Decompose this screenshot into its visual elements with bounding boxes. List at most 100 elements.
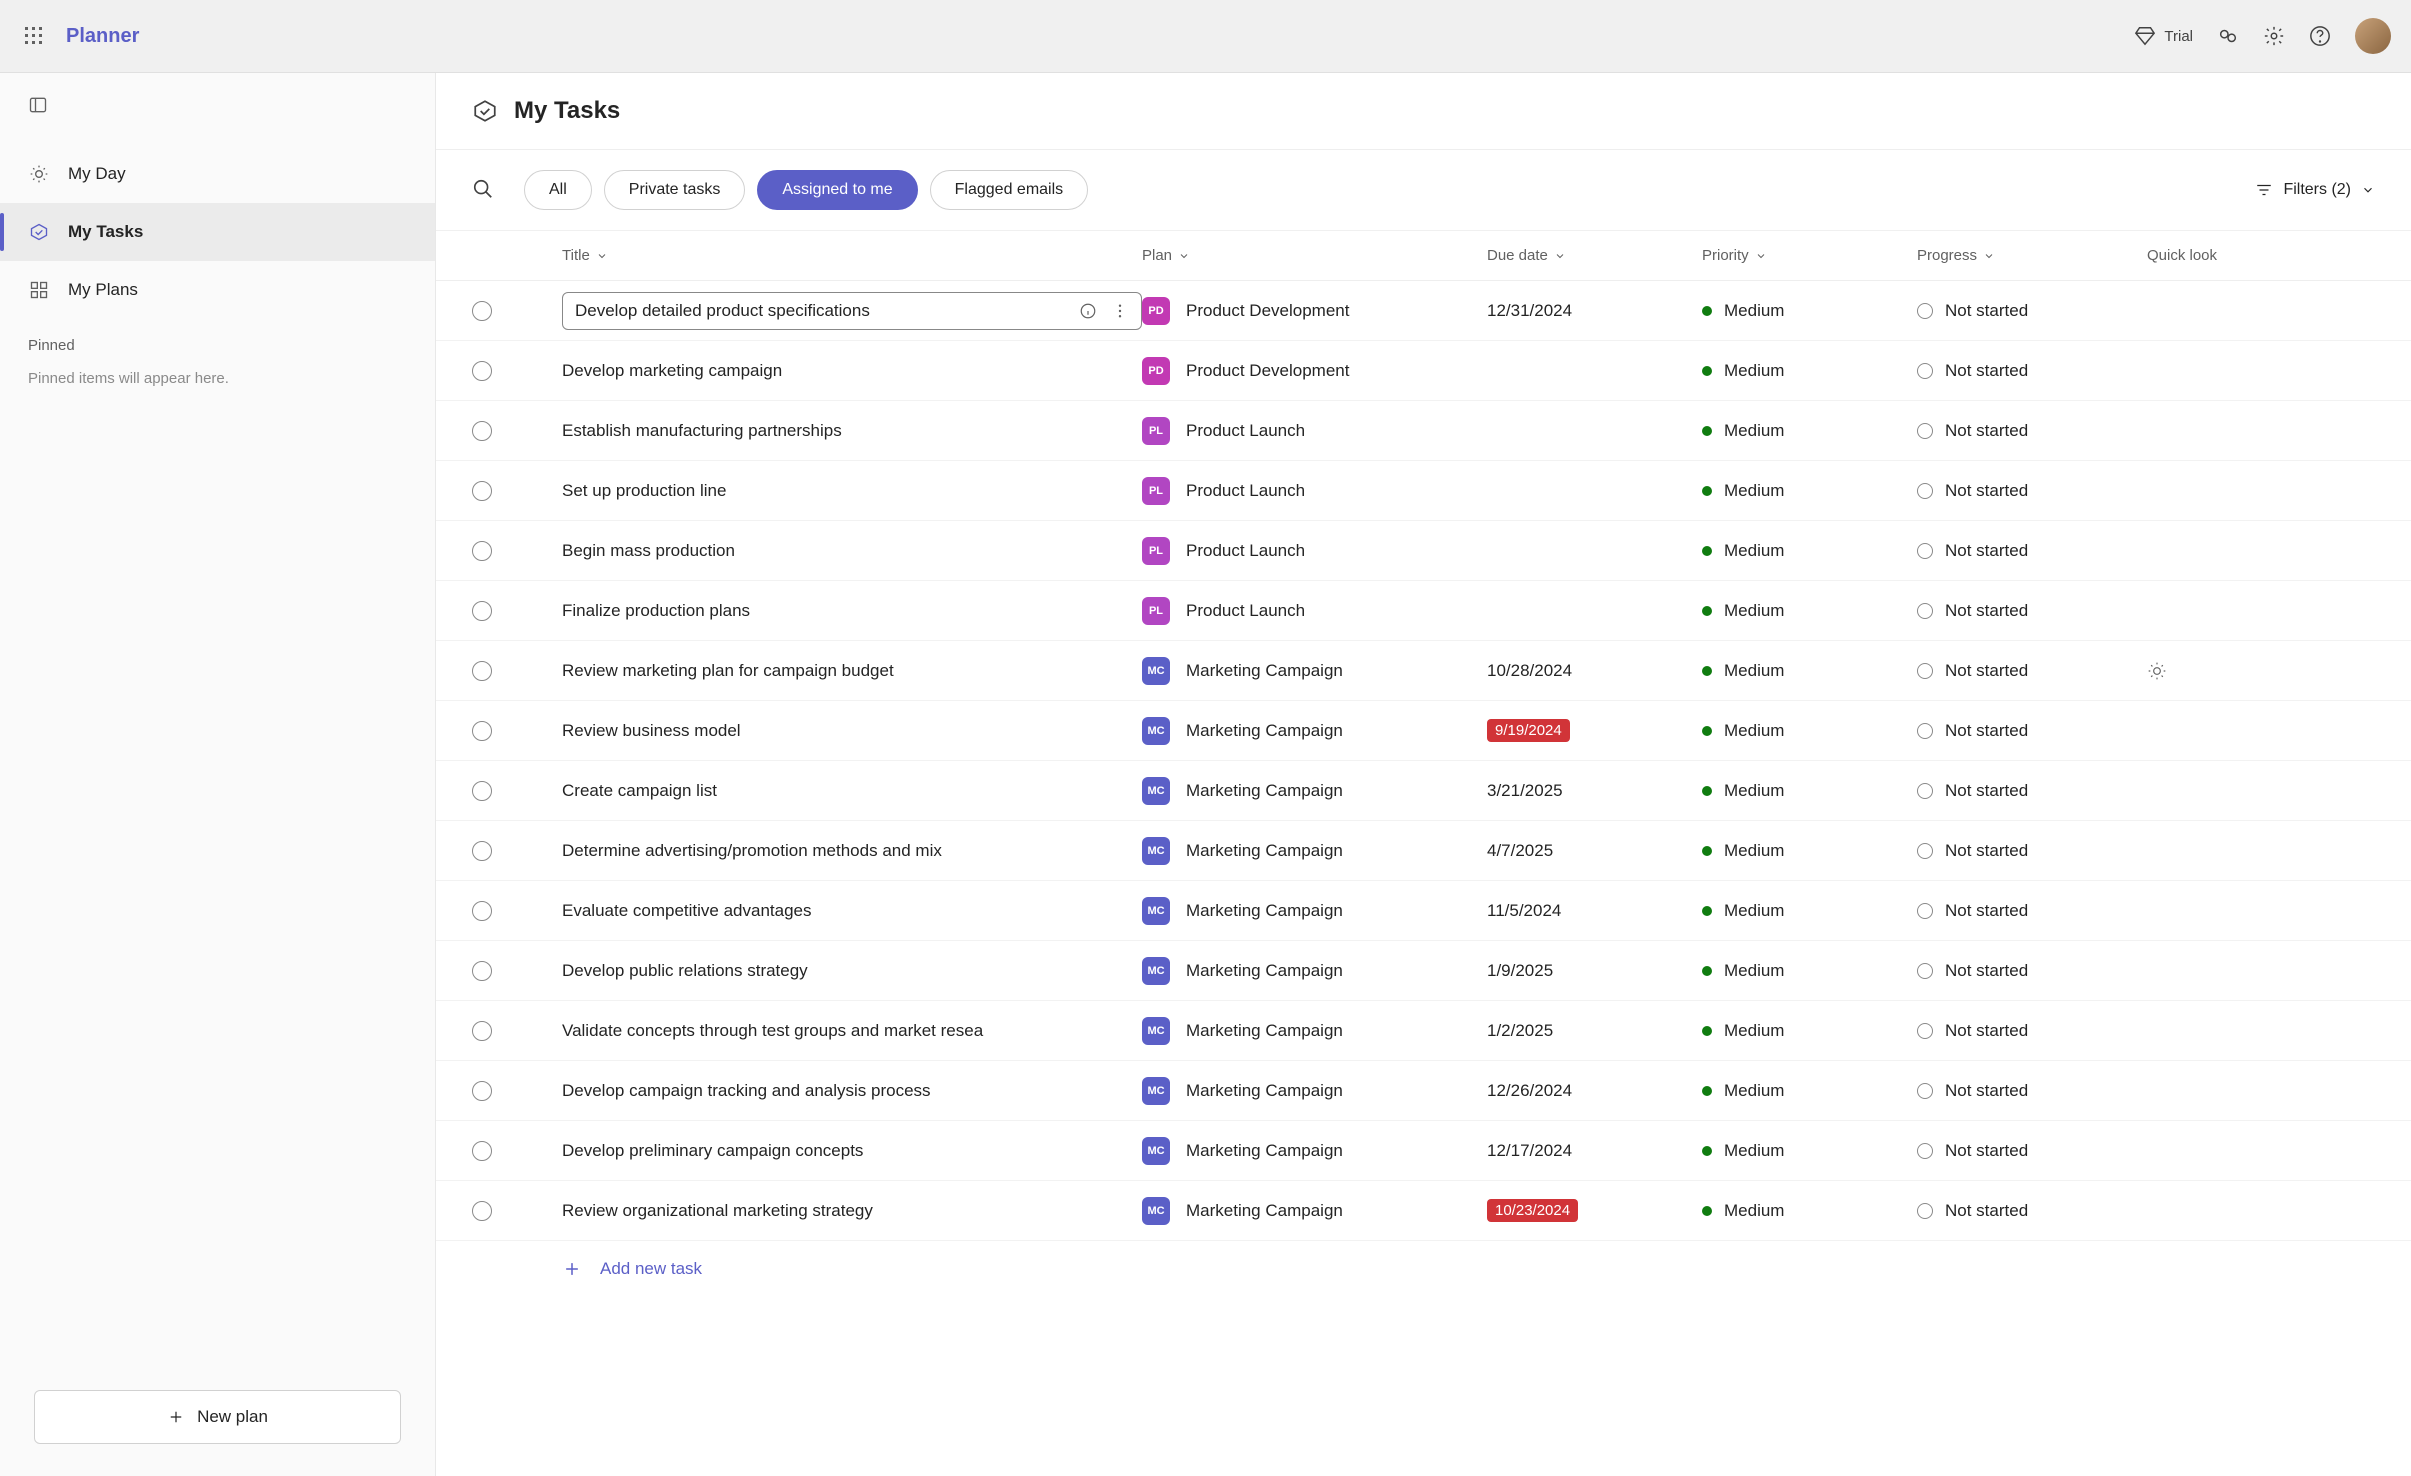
info-icon[interactable] [1079, 302, 1097, 320]
plan-name[interactable]: Marketing Campaign [1186, 781, 1343, 801]
table-row[interactable]: Create campaign listMCMarketing Campaign… [436, 761, 2411, 821]
progress[interactable]: Not started [1917, 901, 2147, 921]
progress[interactable]: Not started [1917, 661, 2147, 681]
progress[interactable]: Not started [1917, 1141, 2147, 1161]
help-icon[interactable] [2309, 25, 2331, 47]
task-title[interactable]: Review business model [562, 721, 1132, 741]
table-row[interactable]: Establish manufacturing partnershipsPLPr… [436, 401, 2411, 461]
task-title[interactable]: Validate concepts through test groups an… [562, 1021, 1132, 1041]
plan-name[interactable]: Product Development [1186, 361, 1349, 381]
complete-toggle[interactable] [472, 601, 492, 621]
task-title[interactable]: Determine advertising/promotion methods … [562, 841, 1132, 861]
complete-toggle[interactable] [472, 961, 492, 981]
plan-name[interactable]: Marketing Campaign [1186, 661, 1343, 681]
priority[interactable]: Medium [1702, 961, 1917, 981]
sidebar-item-my-plans[interactable]: My Plans [0, 261, 435, 319]
complete-toggle[interactable] [472, 721, 492, 741]
avatar[interactable] [2355, 18, 2391, 54]
plan-name[interactable]: Product Launch [1186, 421, 1305, 441]
progress[interactable]: Not started [1917, 361, 2147, 381]
plan-name[interactable]: Product Launch [1186, 541, 1305, 561]
progress[interactable]: Not started [1917, 541, 2147, 561]
tab-assigned-to-me[interactable]: Assigned to me [757, 170, 917, 210]
table-row[interactable]: Develop detailed product specificationsP… [436, 281, 2411, 341]
table-row[interactable]: Begin mass productionPLProduct LaunchMed… [436, 521, 2411, 581]
due-date[interactable]: 10/28/2024 [1487, 661, 1702, 681]
complete-toggle[interactable] [472, 1081, 492, 1101]
priority[interactable]: Medium [1702, 1081, 1917, 1101]
table-row[interactable]: Develop marketing campaignPDProduct Deve… [436, 341, 2411, 401]
progress[interactable]: Not started [1917, 841, 2147, 861]
col-due-date[interactable]: Due date [1487, 247, 1702, 264]
filters-button[interactable]: Filters (2) [2255, 181, 2375, 199]
due-date[interactable]: 12/26/2024 [1487, 1081, 1702, 1101]
task-title[interactable]: Begin mass production [562, 541, 1132, 561]
table-row[interactable]: Validate concepts through test groups an… [436, 1001, 2411, 1061]
task-title[interactable]: Finalize production plans [562, 601, 1132, 621]
progress[interactable]: Not started [1917, 961, 2147, 981]
due-date[interactable]: 1/9/2025 [1487, 961, 1702, 981]
table-row[interactable]: Set up production linePLProduct LaunchMe… [436, 461, 2411, 521]
due-date[interactable]: 11/5/2024 [1487, 901, 1702, 921]
col-progress[interactable]: Progress [1917, 247, 2147, 264]
complete-toggle[interactable] [472, 1021, 492, 1041]
settings-icon[interactable] [2263, 25, 2285, 47]
table-row[interactable]: Develop preliminary campaign conceptsMCM… [436, 1121, 2411, 1181]
priority[interactable]: Medium [1702, 721, 1917, 741]
priority[interactable]: Medium [1702, 301, 1917, 321]
table-row[interactable]: Review business modelMCMarketing Campaig… [436, 701, 2411, 761]
task-title[interactable]: Develop detailed product specifications [575, 301, 1071, 321]
task-title[interactable]: Establish manufacturing partnerships [562, 421, 1132, 441]
complete-toggle[interactable] [472, 541, 492, 561]
task-title[interactable]: Review marketing plan for campaign budge… [562, 661, 1132, 681]
col-title[interactable]: Title [562, 247, 1142, 264]
plan-name[interactable]: Marketing Campaign [1186, 961, 1343, 981]
task-title[interactable]: Develop public relations strategy [562, 961, 1132, 981]
quick-look-icon[interactable] [2147, 661, 2167, 681]
col-plan[interactable]: Plan [1142, 247, 1487, 264]
due-date[interactable]: 4/7/2025 [1487, 841, 1702, 861]
task-title[interactable]: Develop campaign tracking and analysis p… [562, 1081, 1132, 1101]
priority[interactable]: Medium [1702, 781, 1917, 801]
plan-name[interactable]: Marketing Campaign [1186, 1201, 1343, 1221]
complete-toggle[interactable] [472, 901, 492, 921]
complete-toggle[interactable] [472, 1141, 492, 1161]
task-title[interactable]: Evaluate competitive advantages [562, 901, 1132, 921]
priority[interactable]: Medium [1702, 1141, 1917, 1161]
priority[interactable]: Medium [1702, 421, 1917, 441]
plan-name[interactable]: Marketing Campaign [1186, 1141, 1343, 1161]
plan-name[interactable]: Marketing Campaign [1186, 1081, 1343, 1101]
complete-toggle[interactable] [472, 841, 492, 861]
complete-toggle[interactable] [472, 421, 492, 441]
task-title[interactable]: Develop preliminary campaign concepts [562, 1141, 1132, 1161]
priority[interactable]: Medium [1702, 1021, 1917, 1041]
app-name[interactable]: Planner [66, 25, 139, 48]
tab-flagged-emails[interactable]: Flagged emails [930, 170, 1089, 210]
plan-name[interactable]: Marketing Campaign [1186, 721, 1343, 741]
add-new-task-button[interactable]: Add new task [436, 1241, 2411, 1297]
sidebar-item-my-day[interactable]: My Day [0, 145, 435, 203]
task-title[interactable]: Set up production line [562, 481, 1132, 501]
progress[interactable]: Not started [1917, 1081, 2147, 1101]
priority[interactable]: Medium [1702, 541, 1917, 561]
complete-toggle[interactable] [472, 781, 492, 801]
copilot-icon[interactable] [2217, 25, 2239, 47]
task-title[interactable]: Create campaign list [562, 781, 1132, 801]
complete-toggle[interactable] [472, 481, 492, 501]
plan-name[interactable]: Marketing Campaign [1186, 1021, 1343, 1041]
sidebar-item-my-tasks[interactable]: My Tasks [0, 203, 435, 261]
plan-name[interactable]: Marketing Campaign [1186, 901, 1343, 921]
progress[interactable]: Not started [1917, 721, 2147, 741]
due-date[interactable]: 9/19/2024 [1487, 719, 1702, 742]
table-row[interactable]: Develop campaign tracking and analysis p… [436, 1061, 2411, 1121]
progress[interactable]: Not started [1917, 1201, 2147, 1221]
complete-toggle[interactable] [472, 661, 492, 681]
trial-button[interactable]: Trial [2134, 25, 2193, 47]
due-date[interactable]: 12/31/2024 [1487, 301, 1702, 321]
priority[interactable]: Medium [1702, 481, 1917, 501]
more-icon[interactable] [1111, 302, 1129, 320]
progress[interactable]: Not started [1917, 481, 2147, 501]
tab-all[interactable]: All [524, 170, 592, 210]
plan-name[interactable]: Product Launch [1186, 481, 1305, 501]
due-date[interactable]: 10/23/2024 [1487, 1199, 1702, 1222]
